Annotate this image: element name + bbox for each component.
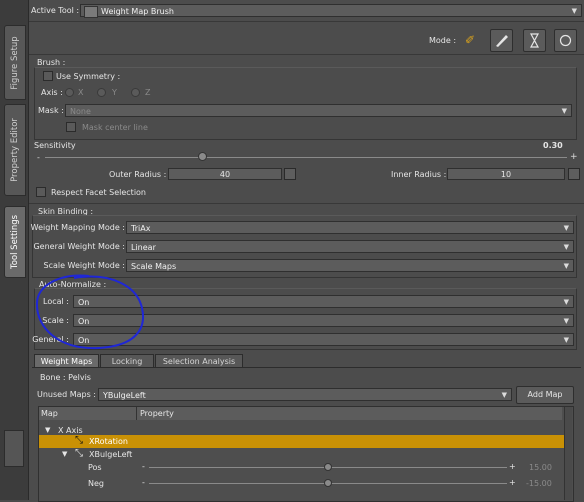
mask-center-line-checkbox[interactable]: [66, 122, 76, 132]
row-label: XRotation: [89, 437, 128, 446]
inner-radius-label: Inner Radius :: [391, 170, 447, 179]
axis-z-radio[interactable]: [131, 88, 140, 97]
mask-label: Mask :: [38, 106, 64, 115]
tab-property-editor[interactable]: Property Editor: [4, 104, 26, 196]
chevron-down-icon: ▼: [563, 336, 569, 344]
active-tool-dropdown[interactable]: Weight Map Brush ▼: [80, 4, 582, 18]
chevron-down-icon: ▼: [501, 391, 507, 399]
general-weight-mode-label: General Weight Mode :: [33, 242, 125, 251]
pos-label: Pos: [88, 463, 102, 472]
neg-increase[interactable]: +: [509, 478, 516, 487]
unused-maps-value: YBulgeLeft: [103, 391, 146, 400]
sensitivity-decrease[interactable]: -: [37, 154, 40, 162]
neg-decrease[interactable]: -: [142, 478, 145, 487]
pos-increase[interactable]: +: [509, 462, 516, 471]
brush-icon: [496, 35, 508, 47]
outer-radius-input[interactable]: 40: [168, 168, 282, 180]
sensitivity-slider-thumb[interactable]: [197, 152, 207, 161]
inner-radius-spinner[interactable]: [568, 168, 580, 180]
general-weight-mode-dropdown[interactable]: Linear ▼: [126, 240, 574, 253]
bulge-icon: ⤡: [75, 448, 83, 459]
mode-smooth-button[interactable]: [523, 29, 546, 52]
inner-radius-input[interactable]: 10: [447, 168, 565, 180]
respect-facet-label: Respect Facet Selection: [51, 188, 147, 197]
weight-mapping-mode-value: TriAx: [131, 224, 151, 233]
erase-icon: [559, 34, 572, 47]
chevron-down-icon: ▼: [561, 107, 567, 115]
neg-label: Neg: [88, 479, 104, 488]
bone-label: Bone : Pelvis: [40, 373, 91, 382]
general-weight-mode-value: Linear: [131, 243, 156, 252]
outer-radius-label: Outer Radius :: [109, 170, 167, 179]
tab-locking[interactable]: Locking: [100, 354, 154, 367]
divider: [29, 203, 584, 204]
collapse-toggle[interactable]: ▼: [62, 448, 67, 461]
unused-maps-dropdown[interactable]: YBulgeLeft ▼: [98, 388, 512, 401]
active-tool-label: Active Tool :: [31, 6, 80, 15]
tab-tool-settings[interactable]: Tool Settings: [4, 206, 26, 278]
mode-erase-button[interactable]: [554, 29, 577, 52]
pos-decrease[interactable]: -: [142, 462, 145, 471]
scale-weight-mode-dropdown[interactable]: Scale Maps ▼: [126, 259, 574, 272]
use-symmetry-label: Use Symmetry :: [56, 72, 121, 81]
axis-y-label: Y: [112, 88, 117, 97]
axis-x-radio[interactable]: [65, 88, 74, 97]
tab-tool-settings-label: Tool Settings: [10, 214, 20, 270]
tab-figure-setup-label: Figure Setup: [10, 35, 20, 90]
unused-maps-label: Unused Maps :: [37, 390, 96, 399]
axis-z-label: Z: [145, 88, 151, 97]
annotation-circle: [35, 274, 144, 350]
tab-selection-analysis[interactable]: Selection Analysis: [155, 354, 243, 367]
chevron-down-icon: ▼: [563, 262, 569, 270]
sensitivity-increase[interactable]: +: [570, 152, 578, 162]
tab-weight-maps[interactable]: Weight Maps: [34, 354, 99, 367]
axis-y-radio[interactable]: [97, 88, 106, 97]
collapse-handle[interactable]: [4, 430, 24, 467]
hourglass-icon: [529, 33, 540, 48]
brush-section-label: Brush :: [37, 58, 66, 67]
chevron-down-icon: ▼: [571, 7, 577, 15]
chevron-down-icon: ▼: [563, 298, 569, 306]
row-label: XBulgeLeft: [89, 450, 133, 459]
rotation-icon: ⤡: [75, 435, 83, 446]
table-row[interactable]: ▼ ⤡ XBulgeLeft: [39, 448, 570, 461]
add-map-button[interactable]: Add Map: [516, 386, 574, 404]
mode-label: Mode :: [429, 36, 457, 45]
mode-paint-button[interactable]: [490, 29, 513, 52]
chevron-down-icon: ▼: [563, 243, 569, 251]
use-symmetry-checkbox[interactable]: [43, 71, 53, 81]
paint-brush-icon[interactable]: ✐: [465, 33, 475, 47]
table-row-selected[interactable]: ⤡ XRotation: [39, 435, 564, 448]
brush-tool-icon: [84, 6, 98, 18]
tab-figure-setup[interactable]: Figure Setup: [4, 25, 26, 100]
neg-value: -15.00: [526, 479, 552, 488]
weight-mapping-mode-dropdown[interactable]: TriAx ▼: [126, 221, 574, 234]
respect-facet-checkbox[interactable]: [36, 187, 46, 197]
map-column-header[interactable]: Map: [39, 407, 137, 420]
mask-value: None: [70, 107, 91, 116]
axis-x-label: X: [78, 88, 84, 97]
divider: [29, 21, 584, 22]
sensitivity-slider-track[interactable]: [45, 157, 567, 158]
chevron-down-icon: ▼: [563, 317, 569, 325]
divider: [29, 54, 584, 55]
tab-property-editor-label: Property Editor: [10, 118, 20, 182]
neg-slider-thumb[interactable]: [324, 479, 332, 487]
weight-mapping-mode-label: Weight Mapping Mode :: [30, 223, 125, 232]
tool-settings-panel: Active Tool : Weight Map Brush ▼ Mode : …: [29, 0, 584, 502]
active-tool-name: Weight Map Brush: [101, 7, 174, 16]
side-tab-strip: Figure Setup Property Editor Tool Settin…: [0, 0, 29, 500]
axis-label: Axis :: [41, 88, 63, 97]
divider: [32, 367, 581, 368]
pos-value: 15.00: [529, 463, 552, 472]
sensitivity-label: Sensitivity: [34, 141, 76, 150]
mask-dropdown[interactable]: None ▼: [65, 104, 572, 117]
pos-slider-thumb[interactable]: [324, 463, 332, 471]
chevron-down-icon: ▼: [563, 224, 569, 232]
sensitivity-value: 0.30: [543, 141, 563, 150]
property-column-header[interactable]: Property: [137, 407, 562, 420]
mask-center-line-label: Mask center line: [82, 123, 148, 132]
outer-radius-spinner[interactable]: [284, 168, 296, 180]
